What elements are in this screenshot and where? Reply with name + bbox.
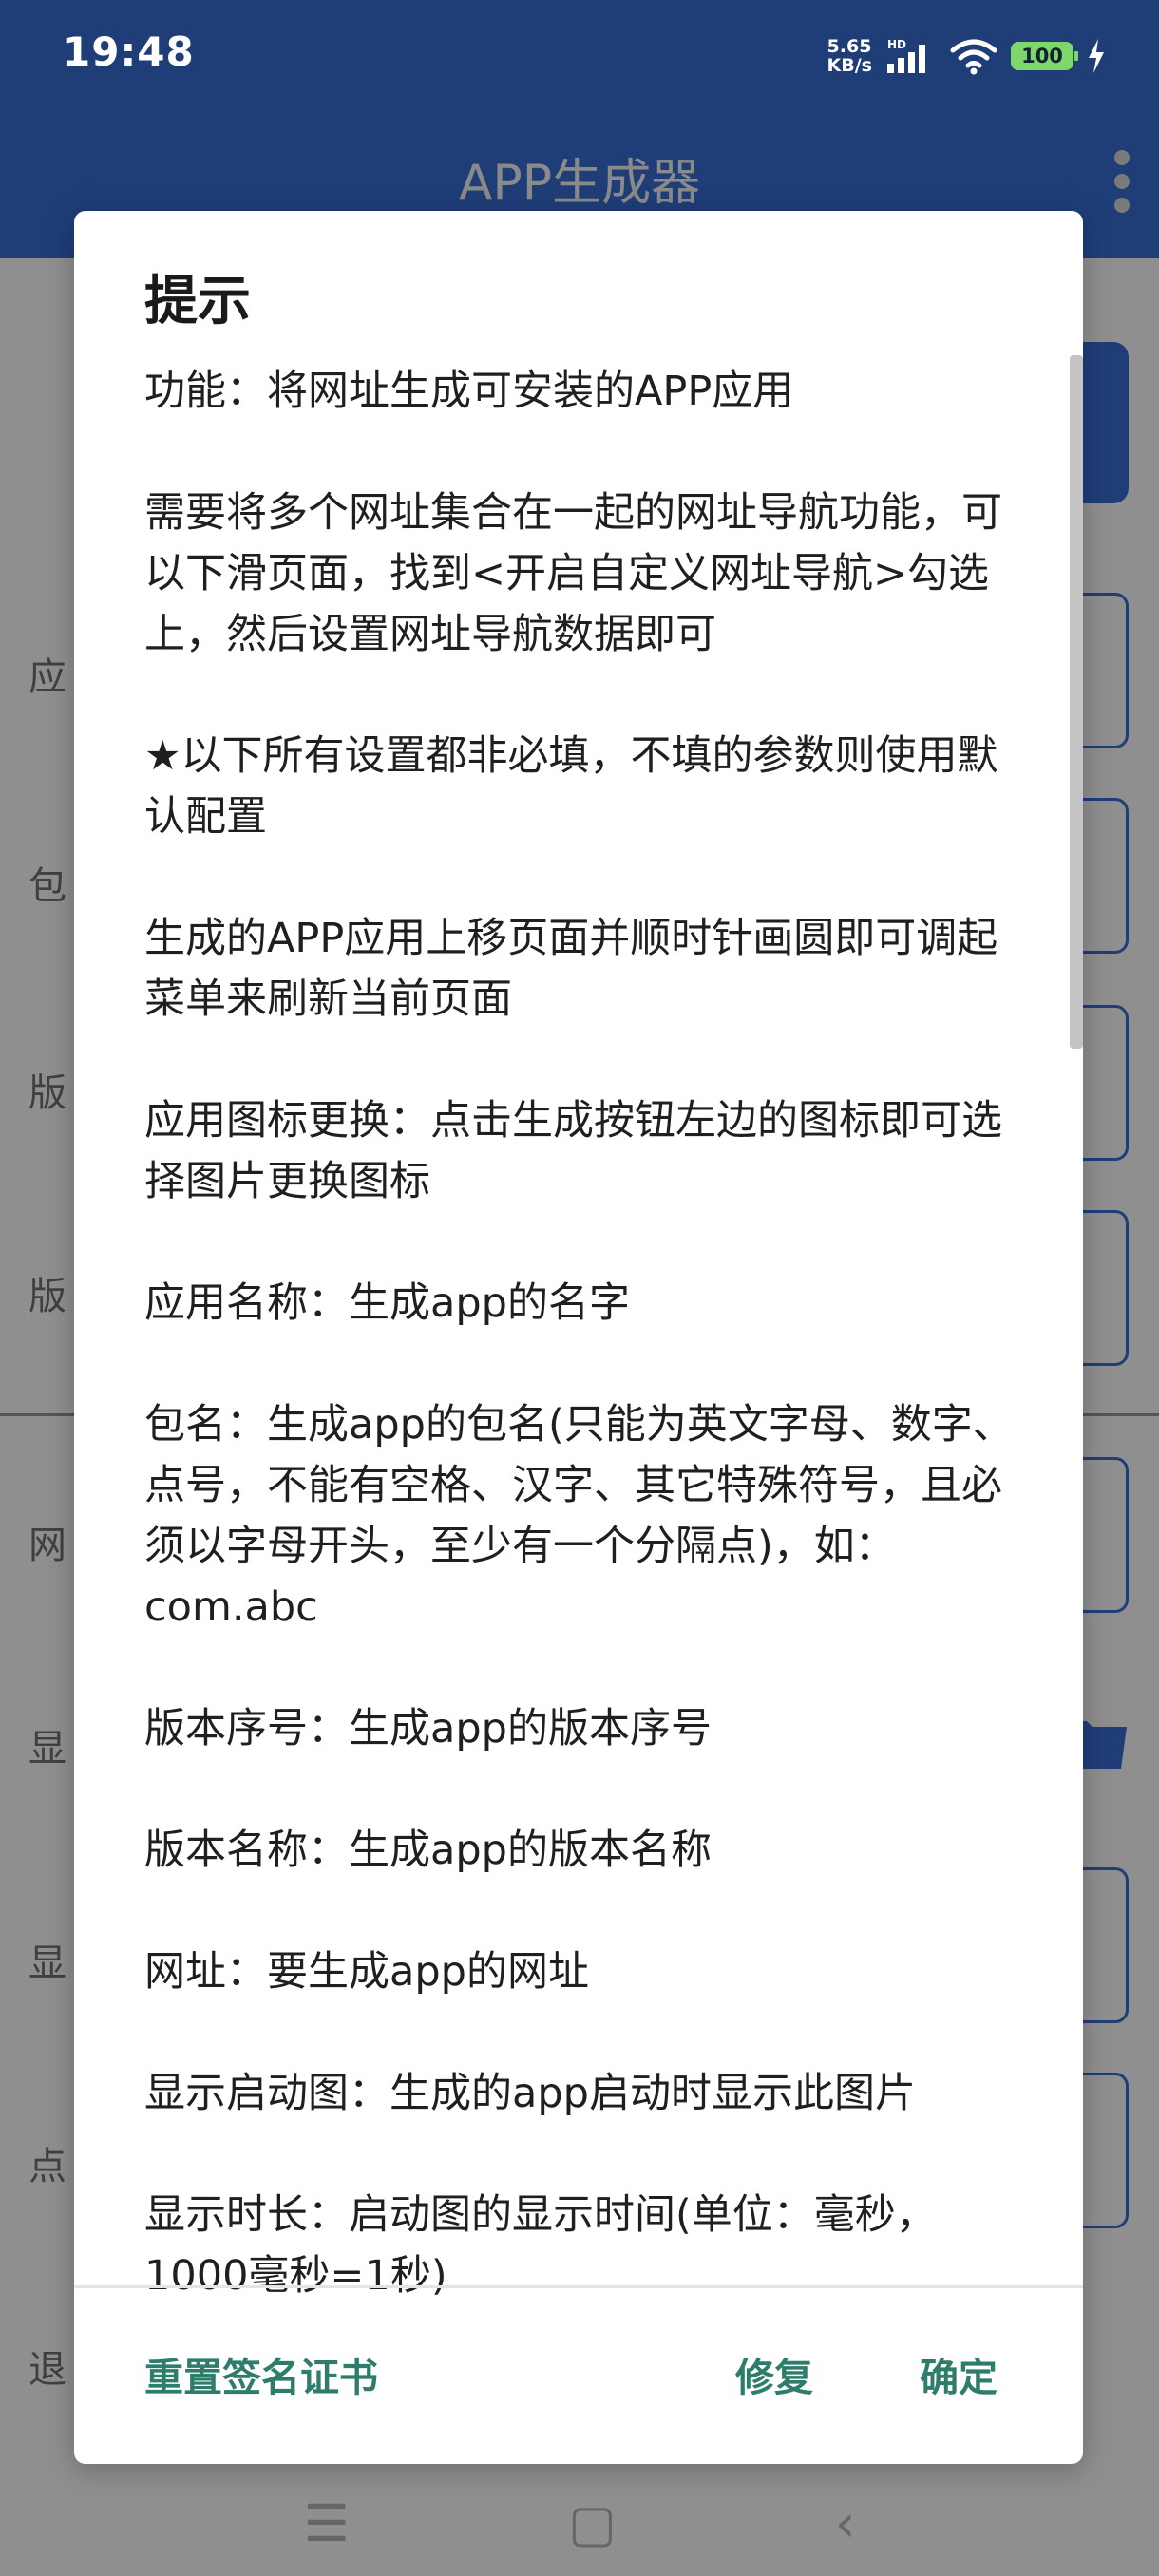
bg-label: 应 — [28, 655, 66, 699]
app-title: APP生成器 — [458, 155, 701, 212]
dialog-actions: 重置签名证书 修复 确定 — [74, 2288, 1083, 2464]
dialog-paragraph: 应用名称：生成app的名字 — [144, 1279, 630, 1327]
dialog-title: 提示 — [144, 271, 251, 332]
status-icons: 5.65 KB/s HD 100 — [827, 34, 1106, 78]
bg-label: 包 — [28, 864, 66, 908]
dialog-paragraph: 包名：生成app的包名(只能为英文字母、数字、点号，不能有空格、汉字、其它特殊符… — [144, 1401, 1014, 1631]
dialog-paragraph: 应用图标更换：点击生成按钮左边的图标即可选择图片更换图标 — [144, 1097, 1002, 1205]
signal-hd-label: HD — [887, 38, 906, 51]
bg-label: 网 — [28, 1524, 66, 1567]
bg-label: 版 — [28, 1275, 66, 1318]
bg-label: 显 — [28, 1941, 66, 1985]
home-icon[interactable]: ▢ — [568, 2493, 617, 2553]
dialog-paragraph: 需要将多个网址集合在一起的网址导航功能，可以下滑页面，找到<开启自定义网址导航>… — [144, 489, 1002, 658]
signal-icon: HD — [887, 38, 925, 73]
dialog-paragraph: 生成的APP应用上移页面并顺时针画圆即可调起菜单来刷新当前页面 — [144, 915, 998, 1023]
repair-button[interactable]: 修复 — [735, 2345, 813, 2402]
bg-label: 显 — [28, 1727, 66, 1771]
ok-button[interactable]: 确定 — [920, 2345, 998, 2402]
dialog-paragraph: 功能：将网址生成可安装的APP应用 — [144, 368, 794, 415]
dialog-paragraph: 显示启动图：生成的app启动时显示此图片 — [144, 2070, 916, 2117]
net-speed: 5.65 KB/s — [827, 37, 872, 75]
net-speed-value: 5.65 — [826, 36, 872, 57]
status-time: 19:48 — [63, 28, 195, 75]
dialog-paragraph: 版本序号：生成app的版本序号 — [144, 1705, 712, 1752]
net-speed-unit: KB/s — [826, 55, 872, 76]
dialog-paragraph: 版本名称：生成app的版本名称 — [144, 1827, 712, 1874]
tip-dialog: 提示 功能：将网址生成可安装的APP应用 需要将多个网址集合在一起的网址导航功能… — [74, 211, 1083, 2464]
wifi-icon — [950, 39, 998, 75]
bg-label: 退 — [28, 2348, 66, 2392]
dialog-scrollbar[interactable] — [1070, 355, 1083, 1049]
recent-apps-icon[interactable]: ☰ — [303, 2493, 349, 2553]
dialog-paragraph: 网址：要生成app的网址 — [144, 1948, 589, 1996]
system-nav-bar: ☰ ▢ ‹ — [0, 2470, 1159, 2576]
bg-label: 版 — [28, 1071, 66, 1115]
overflow-menu-icon[interactable] — [1112, 150, 1132, 213]
charging-icon — [1089, 39, 1104, 73]
dialog-message[interactable]: 功能：将网址生成可安装的APP应用 需要将多个网址集合在一起的网址导航功能，可以… — [144, 361, 1037, 2464]
status-bar: 19:48 5.65 KB/s HD 100 — [0, 0, 1159, 112]
battery-icon: 100 — [1011, 42, 1078, 70]
bg-label: 点 — [28, 2145, 66, 2188]
reset-cert-button[interactable]: 重置签名证书 — [144, 2345, 378, 2402]
dialog-paragraph: ★以下所有设置都非必填，不填的参数则使用默认配置 — [144, 732, 998, 841]
back-icon[interactable]: ‹ — [835, 2493, 856, 2553]
